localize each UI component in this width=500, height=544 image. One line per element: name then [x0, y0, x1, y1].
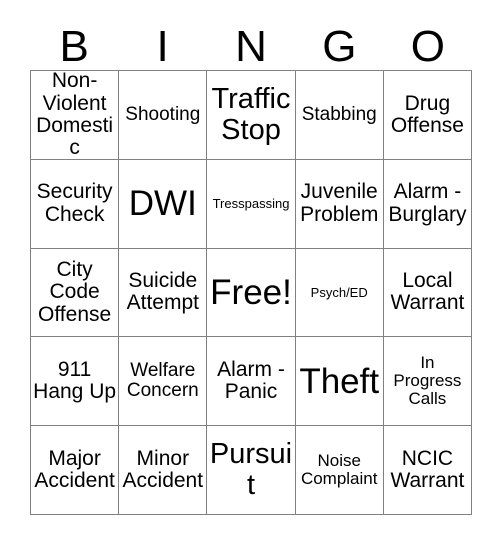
bingo-cell-label: Minor Accident — [122, 446, 204, 493]
bingo-cell-o2[interactable]: Alarm - Burglary — [383, 159, 473, 249]
bingo-cell-label: Free! — [210, 272, 292, 312]
bingo-cell-b1[interactable]: Non-Violent Domestic — [31, 71, 120, 160]
bingo-cell-g3[interactable]: Psych/ED — [295, 248, 384, 338]
bingo-row: Security Check DWI Tresspassing Juvenile… — [31, 159, 473, 249]
bingo-cell-o3[interactable]: Local Warrant — [383, 248, 473, 338]
bingo-cell-label: Theft — [299, 361, 380, 401]
bingo-cell-label: Stabbing — [301, 103, 377, 125]
bingo-cell-label: Local Warrant — [390, 269, 465, 315]
bingo-row: Non-Violent Domestic Shooting Traffic St… — [31, 71, 473, 160]
bingo-cell-i2[interactable]: DWI — [119, 159, 208, 249]
bingo-cell-label: In Progress Calls — [393, 353, 462, 409]
bingo-row: City Code Offense Suicide Attempt Free! … — [31, 248, 473, 338]
header-letter-n: N — [235, 22, 267, 71]
bingo-cell-o5[interactable]: NCIC Warrant — [383, 426, 473, 515]
bingo-header: B I N G O — [30, 18, 472, 70]
header-letter-i: I — [156, 22, 169, 71]
bingo-cell-label: Traffic Stop — [211, 83, 291, 146]
bingo-cell-label: 911 Hang Up — [33, 358, 117, 404]
bingo-cell-label: City Code Offense — [38, 258, 112, 326]
bingo-cell-label: Major Accident — [34, 446, 115, 493]
bingo-cell-g4[interactable]: Theft — [295, 337, 384, 427]
bingo-cell-o1[interactable]: Drug Offense — [383, 71, 473, 160]
bingo-cell-b4[interactable]: 911 Hang Up — [31, 337, 120, 427]
bingo-cell-label: Alarm - Panic — [217, 358, 285, 404]
bingo-cell-g1[interactable]: Stabbing — [295, 71, 384, 160]
bingo-cell-label: Tresspassing — [212, 195, 290, 211]
bingo-cell-i3[interactable]: Suicide Attempt — [119, 248, 208, 338]
bingo-cell-n4[interactable]: Alarm - Panic — [207, 337, 296, 427]
bingo-cell-b3[interactable]: City Code Offense — [31, 248, 120, 338]
bingo-cell-label: Suicide Attempt — [126, 269, 199, 315]
bingo-cell-label: Drug Offense — [390, 91, 464, 137]
bingo-cell-n2[interactable]: Tresspassing — [207, 159, 296, 249]
bingo-cell-label: DWI — [128, 184, 197, 224]
bingo-cell-label: Noise Complaint — [300, 451, 378, 489]
bingo-card: B I N G O Non-Violent Domestic Shooting … — [0, 0, 500, 544]
bingo-cell-b2[interactable]: Security Check — [31, 159, 120, 249]
header-letter-b: B — [59, 22, 89, 71]
header-letter-g: G — [322, 22, 357, 71]
bingo-cell-label: Shooting — [125, 103, 201, 125]
bingo-cell-i4[interactable]: Welfare Concern — [119, 337, 208, 427]
bingo-cell-free-space[interactable]: Free! — [207, 248, 296, 338]
header-letter-o: O — [410, 22, 445, 71]
bingo-row: Major Accident Minor Accident Pursuit No… — [31, 426, 473, 515]
bingo-row: 911 Hang Up Welfare Concern Alarm - Pani… — [31, 337, 473, 427]
bingo-cell-g5[interactable]: Noise Complaint — [295, 426, 384, 515]
bingo-cell-label: Welfare Concern — [126, 360, 199, 402]
bingo-cell-label: Psych/ED — [310, 284, 368, 300]
bingo-cell-label: Security Check — [36, 180, 113, 226]
bingo-cell-label: NCIC Warrant — [390, 446, 465, 493]
bingo-grid: Non-Violent Domestic Shooting Traffic St… — [30, 70, 473, 515]
bingo-cell-g2[interactable]: Juvenile Problem — [295, 159, 384, 249]
bingo-cell-label: Non-Violent Domestic — [36, 71, 114, 160]
bingo-cell-i1[interactable]: Shooting — [119, 71, 208, 160]
bingo-cell-b5[interactable]: Major Accident — [31, 426, 120, 515]
bingo-cell-o4[interactable]: In Progress Calls — [383, 337, 473, 427]
bingo-cell-i5[interactable]: Minor Accident — [119, 426, 208, 515]
bingo-cell-label: Pursuit — [209, 438, 293, 502]
bingo-cell-n5[interactable]: Pursuit — [207, 426, 296, 515]
bingo-cell-n1[interactable]: Traffic Stop — [207, 71, 296, 160]
bingo-cell-label: Alarm - Burglary — [388, 180, 467, 226]
bingo-cell-label: Juvenile Problem — [300, 180, 379, 226]
